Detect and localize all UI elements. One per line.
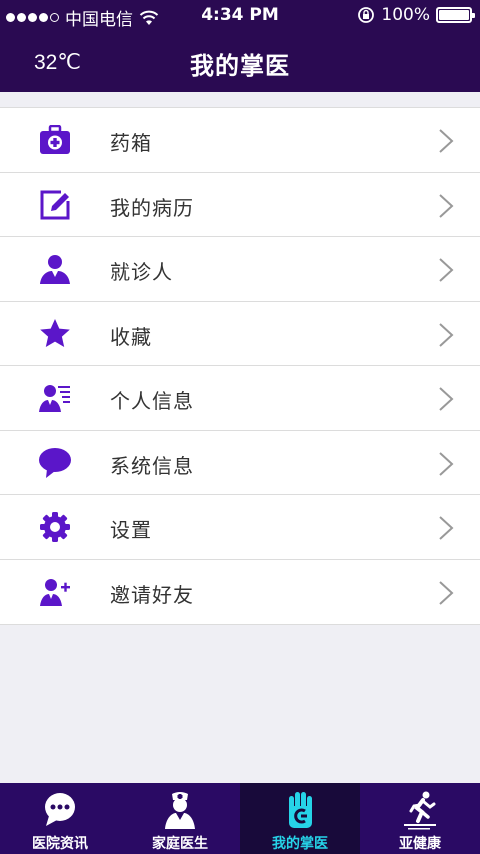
menu-item-label: 就诊人	[110, 260, 173, 284]
gear-icon	[38, 510, 72, 544]
wifi-icon	[139, 10, 159, 25]
chevron-right-icon	[439, 258, 454, 282]
tab-sub-health[interactable]: 亚健康	[360, 783, 480, 854]
menu-item-label: 系统信息	[110, 453, 194, 478]
doctor-icon	[165, 792, 195, 829]
carrier-label: 中国电信	[65, 10, 133, 30]
menu-item-label: 邀请好友	[110, 582, 194, 607]
tab-hospital-news[interactable]: 医院资讯	[0, 783, 120, 854]
menu-item-system-info[interactable]: 系统信息	[0, 431, 480, 495]
temperature-label: 32℃	[34, 51, 81, 74]
tab-family-doctor[interactable]: 家庭医生	[120, 783, 240, 854]
tab-label: 家庭医生	[152, 836, 208, 852]
menu-item-label: 我的病历	[110, 195, 194, 220]
personal-info-icon	[38, 381, 72, 415]
menu-item-personal-info[interactable]: 个人信息	[0, 366, 480, 431]
menu-item-patient[interactable]: 就诊人	[0, 237, 480, 302]
menu-item-invite-friends[interactable]: 邀请好友	[0, 560, 480, 625]
menu-list: 药箱 我的病历 就诊人 收藏 个人信息 系统信息 设置 邀请好友	[0, 107, 480, 625]
menu-item-label: 药箱	[110, 131, 152, 155]
tab-label: 亚健康	[399, 836, 441, 852]
status-bar: 中国电信 4:34 PM 100%	[0, 0, 480, 32]
chevron-right-icon	[439, 451, 454, 476]
menu-item-settings[interactable]: 设置	[0, 495, 480, 560]
patient-icon	[38, 252, 72, 286]
message-bubble-icon	[38, 446, 72, 480]
menu-item-label: 收藏	[110, 324, 152, 349]
signal-strength-icon	[6, 13, 59, 22]
menu-item-label: 设置	[110, 518, 152, 542]
edit-record-icon	[38, 188, 72, 222]
chevron-right-icon	[439, 322, 454, 347]
menu-item-medicine-box[interactable]: 药箱	[0, 108, 480, 173]
medicine-box-icon	[38, 123, 72, 157]
menu-item-medical-record[interactable]: 我的病历	[0, 173, 480, 237]
tab-label: 我的掌医	[272, 836, 328, 852]
chevron-right-icon	[439, 193, 454, 218]
chevron-right-icon	[439, 580, 454, 605]
running-icon	[404, 791, 436, 830]
tab-label: 医院资讯	[32, 836, 88, 852]
chat-bubble-icon	[45, 793, 75, 826]
menu-item-favorites[interactable]: 收藏	[0, 302, 480, 366]
battery-icon	[436, 7, 475, 23]
header: 中国电信 4:34 PM 100% 32℃ 我的掌医	[0, 0, 480, 92]
chevron-right-icon	[439, 129, 454, 153]
battery-percent: 100%	[381, 5, 430, 25]
menu-item-label: 个人信息	[110, 389, 194, 413]
tab-bar: 医院资讯 家庭医生 我的掌医 亚健康	[0, 783, 480, 854]
star-icon	[38, 317, 72, 351]
chevron-right-icon	[439, 516, 454, 540]
chevron-right-icon	[439, 387, 454, 411]
tab-my-palm-doctor[interactable]: 我的掌医	[240, 783, 360, 854]
add-friend-icon	[38, 575, 72, 609]
rotation-lock-icon	[358, 7, 375, 23]
palm-icon	[289, 792, 312, 828]
